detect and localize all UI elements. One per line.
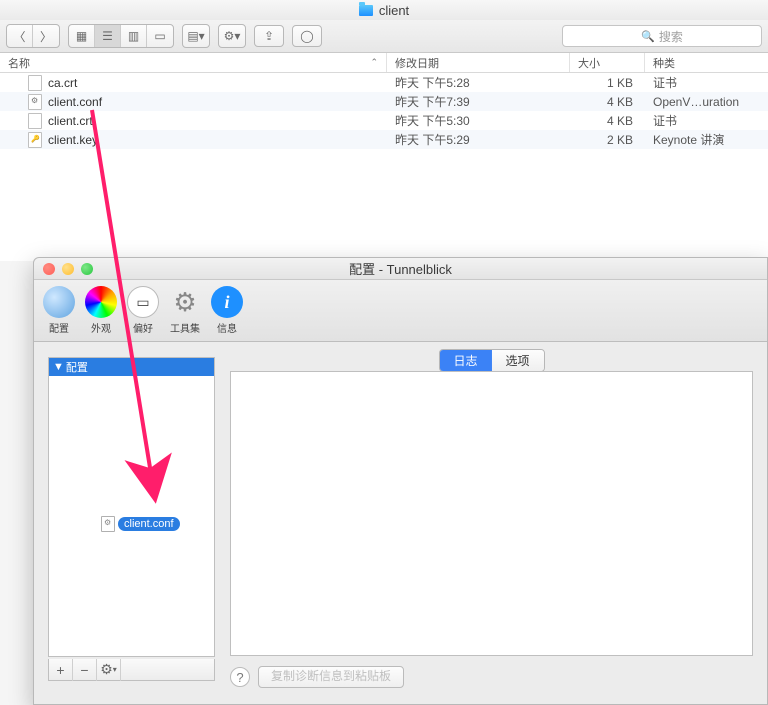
file-name: client.crt xyxy=(48,114,93,128)
tab-log[interactable]: 日志 xyxy=(439,350,491,371)
gear-icon: ⚙ xyxy=(169,286,201,318)
conf-file-icon xyxy=(28,94,42,110)
config-sidebar: ▼ 配置 client.conf xyxy=(48,357,215,657)
finder-titlebar: client xyxy=(0,0,768,20)
view-group: ▦ ☰ ▥ ▭ xyxy=(68,24,174,48)
file-icon xyxy=(28,75,42,91)
share-button[interactable]: ⇪ xyxy=(254,25,284,47)
search-icon: 🔍 xyxy=(641,30,655,43)
sidebar-header-label: 配置 xyxy=(66,359,88,375)
sidebar-header[interactable]: ▼ 配置 xyxy=(49,358,214,376)
view-gallery-button[interactable]: ▭ xyxy=(147,25,173,47)
file-modified: 昨天 下午5:30 xyxy=(387,112,570,129)
disclosure-triangle-icon: ▼ xyxy=(53,361,64,373)
search-placeholder: 搜索 xyxy=(659,28,683,45)
tblk-titlebar[interactable]: 配置 - Tunnelblick xyxy=(34,258,767,280)
toolbar-info[interactable]: i信息 xyxy=(208,286,246,335)
arrange-button[interactable]: ▤▾ xyxy=(183,25,209,47)
table-row[interactable]: ca.crt 昨天 下午5:28 1 KB 证书 xyxy=(0,73,768,92)
view-icons-button[interactable]: ▦ xyxy=(69,25,95,47)
col-modified[interactable]: 修改日期 xyxy=(387,53,570,72)
sidebar-footer: + − ⚙▾ xyxy=(48,659,215,681)
log-textarea[interactable] xyxy=(230,371,753,656)
dragged-file[interactable]: client.conf xyxy=(101,516,180,532)
tunnelblick-window: 配置 - Tunnelblick 配置 外观 ▭偏好 ⚙工具集 i信息 ▼ 配置… xyxy=(33,257,768,705)
file-name: client.key xyxy=(48,133,98,147)
nav-group: 〈 〉 xyxy=(6,24,60,48)
action-button[interactable]: ⚙▾ xyxy=(219,25,245,47)
file-name: ca.crt xyxy=(48,76,77,90)
table-row[interactable]: client.conf 昨天 下午7:39 4 KB OpenV…uration xyxy=(0,92,768,111)
col-kind[interactable]: 种类 xyxy=(645,53,768,72)
file-kind: 证书 xyxy=(645,112,768,129)
copy-diagnostics-button[interactable]: 复制诊断信息到粘贴板 xyxy=(258,666,404,688)
toolbar-toolkit[interactable]: ⚙工具集 xyxy=(166,286,204,335)
file-size: 4 KB xyxy=(570,95,645,109)
toolbar-pref[interactable]: ▭偏好 xyxy=(124,286,162,335)
globe-icon xyxy=(43,286,75,318)
tblk-title-text: 配置 - Tunnelblick xyxy=(34,259,767,278)
bottom-bar: ? 复制诊断信息到粘贴板 xyxy=(230,664,753,690)
key-file-icon xyxy=(28,132,42,148)
sidebar-drop-area[interactable]: client.conf xyxy=(49,376,214,658)
tags-button[interactable]: ◯ xyxy=(292,25,322,47)
tab-options[interactable]: 选项 xyxy=(492,350,544,371)
conf-file-icon xyxy=(101,516,115,532)
finder-toolbar: 〈 〉 ▦ ☰ ▥ ▭ ▤▾ ⚙▾ ⇪ ◯ 🔍 搜索 xyxy=(0,20,768,53)
finder-column-headers: 名称 ⌃ 修改日期 大小 种类 xyxy=(0,53,768,73)
file-modified: 昨天 下午5:29 xyxy=(387,131,570,148)
pref-icon: ▭ xyxy=(127,286,159,318)
table-row[interactable]: client.crt 昨天 下午5:30 4 KB 证书 xyxy=(0,111,768,130)
finder-title-text: client xyxy=(379,3,409,18)
sort-ascending-icon: ⌃ xyxy=(370,57,378,68)
file-modified: 昨天 下午5:28 xyxy=(387,74,570,91)
view-list-button[interactable]: ☰ xyxy=(95,25,121,47)
nav-forward-button[interactable]: 〉 xyxy=(33,25,59,47)
add-config-button[interactable]: + xyxy=(49,659,73,681)
file-kind: Keynote 讲演 xyxy=(645,131,768,148)
arrange-group: ▤▾ xyxy=(182,24,210,48)
main-panel: 日志 选项 xyxy=(230,357,753,656)
table-row[interactable]: client.key 昨天 下午5:29 2 KB Keynote 讲演 xyxy=(0,130,768,149)
col-size[interactable]: 大小 xyxy=(570,53,645,72)
file-icon xyxy=(28,113,42,129)
file-kind: OpenV…uration xyxy=(645,95,768,109)
finder-file-list: ca.crt 昨天 下午5:28 1 KB 证书 client.conf 昨天 … xyxy=(0,73,768,261)
file-size: 1 KB xyxy=(570,76,645,90)
tab-segment: 日志 选项 xyxy=(438,349,544,372)
col-name[interactable]: 名称 ⌃ xyxy=(0,53,387,72)
nav-back-button[interactable]: 〈 xyxy=(7,25,33,47)
view-columns-button[interactable]: ▥ xyxy=(121,25,147,47)
file-kind: 证书 xyxy=(645,74,768,91)
remove-config-button[interactable]: − xyxy=(73,659,97,681)
search-input[interactable]: 🔍 搜索 xyxy=(562,25,762,47)
toolbar-config[interactable]: 配置 xyxy=(40,286,78,335)
info-icon: i xyxy=(211,286,243,318)
dragged-file-label: client.conf xyxy=(118,517,180,531)
file-size: 2 KB xyxy=(570,133,645,147)
help-button[interactable]: ? xyxy=(230,667,250,687)
file-name: client.conf xyxy=(48,95,102,109)
toolbar-appearance[interactable]: 外观 xyxy=(82,286,120,335)
file-size: 4 KB xyxy=(570,114,645,128)
folder-icon xyxy=(359,5,373,16)
color-wheel-icon xyxy=(85,286,117,318)
file-modified: 昨天 下午7:39 xyxy=(387,93,570,110)
config-gear-button[interactable]: ⚙▾ xyxy=(97,659,121,681)
action-group: ⚙▾ xyxy=(218,24,246,48)
tblk-toolbar: 配置 外观 ▭偏好 ⚙工具集 i信息 xyxy=(34,280,767,342)
